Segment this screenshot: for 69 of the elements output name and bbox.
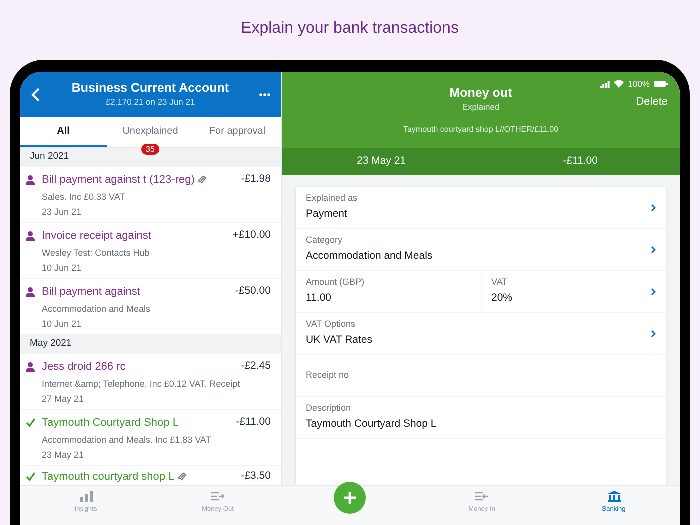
- field-value[interactable]: UK VAT Rates: [306, 332, 651, 349]
- bank-icon: [608, 491, 620, 502]
- transaction-detail: Accommodation and Meals: [41, 302, 152, 316]
- transaction-amount: -£11.00: [236, 415, 271, 430]
- transaction-amount: +£10.00: [232, 228, 271, 244]
- list-tab[interactable]: For approval: [194, 117, 281, 147]
- chevron-right-icon[interactable]: [651, 204, 656, 212]
- add-button[interactable]: [334, 482, 366, 514]
- battery-icon: [654, 81, 668, 88]
- person-icon: [26, 175, 35, 186]
- chevron-right-icon[interactable]: [651, 246, 656, 254]
- transaction-date: 23 Jun 21: [41, 206, 83, 219]
- field-label: Amount (GBP): [306, 276, 366, 290]
- field-label: Receipt no: [306, 368, 350, 382]
- count-badge: 35: [141, 144, 160, 155]
- detail-title: Money out: [450, 86, 512, 102]
- transaction-title: Bill payment against: [42, 285, 140, 300]
- field-value[interactable]: 11.00: [306, 290, 470, 307]
- chevron-right-icon[interactable]: [651, 288, 656, 296]
- field-value[interactable]: Taymouth Courtyard Shop L: [306, 416, 656, 433]
- check-icon: [26, 472, 36, 482]
- chevron-left-icon: [31, 88, 41, 102]
- field-label: Explained as: [306, 192, 359, 206]
- chevron-right-icon[interactable]: [651, 330, 656, 338]
- more-icon: [259, 92, 271, 96]
- transaction-title: Taymouth Courtyard Shop L: [42, 416, 179, 431]
- account-title: Business Current Account: [72, 81, 230, 97]
- headline: Explain your bank transactions: [241, 19, 459, 39]
- transaction-detail: Accommodation and Meals. Inc £1.83 VAT: [41, 434, 212, 446]
- transaction-amount: -£2.45: [241, 359, 271, 374]
- field-label: VAT Options: [306, 318, 357, 332]
- transaction-amount: -£3.50: [241, 469, 271, 484]
- signal-icon: [600, 80, 610, 88]
- transaction-amount: -£1.98: [241, 172, 271, 188]
- field-value[interactable]: Payment: [306, 206, 651, 223]
- transaction-amount: -£11.00: [562, 154, 599, 169]
- transaction-detail: Sales. Inc £0.33 VAT: [41, 190, 126, 204]
- list-arrow-icon: [475, 492, 489, 501]
- transaction-date: 23 May 21: [356, 154, 408, 169]
- bar-chart-icon: [80, 491, 92, 502]
- person-icon: [26, 287, 35, 298]
- list-tab[interactable]: Unexplained: [107, 117, 194, 147]
- person-icon: [26, 231, 35, 242]
- transaction-date: 27 May 21: [41, 393, 86, 406]
- transaction-title: Bill payment against t (123-reg): [42, 173, 195, 188]
- field-value[interactable]: 20%: [492, 290, 651, 307]
- list-arrow-icon: [211, 492, 225, 501]
- transaction-date: 10 Jun 21: [41, 262, 83, 275]
- field-value[interactable]: Accommodation and Meals: [306, 248, 651, 265]
- transaction-amount: -£50.00: [235, 284, 271, 300]
- detail-status: Explained: [462, 102, 500, 112]
- plus-icon: [343, 491, 357, 505]
- wifi-icon: [614, 80, 624, 88]
- transaction-title: Jess droid 266 rc: [42, 360, 126, 375]
- bank-reference: Taymouth courtyard shop L//OTHER/£11.00: [403, 124, 559, 136]
- month-header: May 2021: [20, 335, 281, 354]
- transaction-date: 10 Jun 21: [41, 318, 83, 331]
- check-icon: [26, 418, 36, 428]
- transaction-detail: Wesley Test: Contacts Hub: [41, 246, 151, 260]
- transaction-detail: Internet &amp; Telephone. Inc £0.12 VAT. Receipt: [41, 378, 242, 391]
- transaction-title: Taymouth courtyard shop L: [42, 470, 175, 485]
- field-label: Category: [306, 234, 344, 248]
- transaction-date: 23 May 21: [41, 449, 86, 462]
- person-icon: [26, 362, 35, 372]
- battery-percent: 100%: [628, 78, 650, 91]
- field-label: Description: [306, 402, 352, 416]
- account-balance: £2,170.21 on 23 Jun 21: [106, 97, 196, 108]
- field-label: VAT: [492, 276, 509, 290]
- transaction-title: Invoice receipt against: [42, 229, 152, 244]
